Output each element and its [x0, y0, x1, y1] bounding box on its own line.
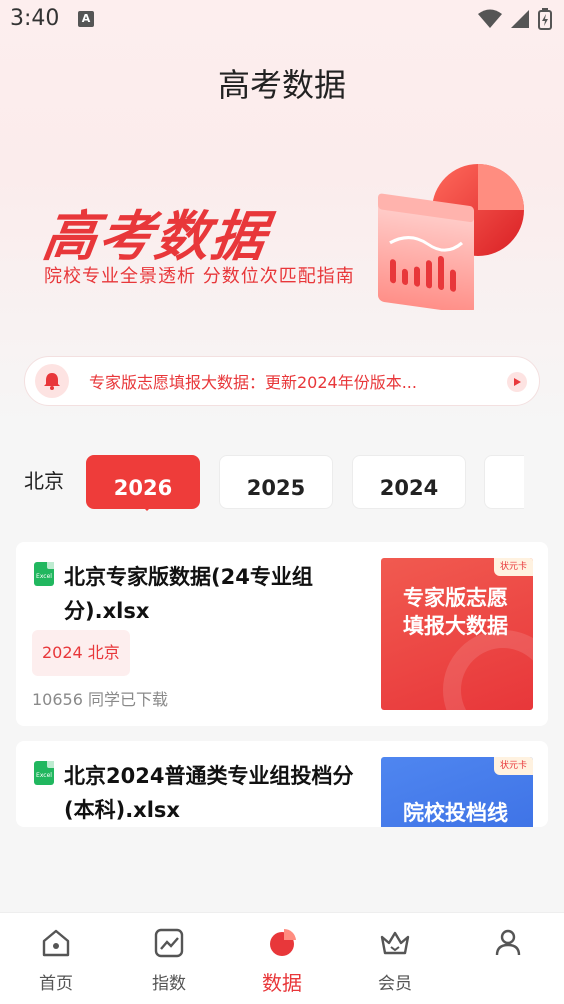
tab-data[interactable]: 数据 [226, 913, 338, 1004]
tab-label: 首页 [39, 974, 73, 994]
thumb-decor [443, 630, 533, 710]
card-tag: 2024 北京 [32, 630, 130, 676]
year-tab-2024[interactable]: 2024 [352, 455, 466, 509]
pie-chart-icon [270, 928, 296, 956]
card-title: 北京2024普通类专业组投档分(本科).xlsx [64, 764, 354, 822]
card-title: 北京专家版数据(24专业组分).xlsx [64, 565, 313, 623]
crown-icon [380, 931, 410, 955]
home-icon [42, 929, 70, 957]
year-tab-2026[interactable]: 2026 [86, 455, 200, 509]
year-filter: 北京 2026 2025 2024 2 [0, 455, 564, 515]
signal-icon [511, 10, 529, 28]
banner-title: 高考数据 [38, 205, 272, 268]
tab-index[interactable]: 指数 [113, 913, 225, 1004]
tab-home[interactable]: 首页 [0, 913, 112, 1004]
bell-icon [35, 364, 69, 398]
battery-icon [538, 8, 552, 30]
thumb-badge: 状元卡 [493, 558, 533, 576]
tab-profile[interactable] [452, 913, 564, 1004]
card-thumbnail: 状元卡 专家版志愿填报大数据 [381, 558, 533, 710]
excel-file-icon: Excel [34, 562, 54, 586]
data-file-card[interactable]: Excel 北京2024普通类专业组投档分(本科).xlsx 状元卡 院校投档线 [16, 741, 548, 827]
tab-member[interactable]: 会员 [339, 913, 451, 1004]
status-bar: 3:40 A [0, 0, 564, 40]
tab-label: 会员 [378, 974, 412, 994]
chart-illustration-icon [378, 164, 524, 310]
trend-chart-icon [154, 928, 184, 958]
play-arrow-icon[interactable] [507, 372, 527, 392]
notice-bar[interactable]: 专家版志愿填报大数据：更新2024年份版本... [24, 356, 540, 406]
bottom-tab-bar: 首页 指数 数据 会员 [0, 912, 564, 1004]
card-thumbnail: 状元卡 院校投档线 [381, 757, 533, 827]
page-title: 高考数据 [217, 66, 346, 104]
thumb-badge: 状元卡 [493, 757, 533, 775]
thumb-text: 专家版志愿填报大数据 [403, 586, 508, 638]
thumb-text: 院校投档线 [403, 801, 508, 825]
year-tab-partial[interactable]: 2 [484, 455, 524, 509]
status-time: 3:40 [10, 6, 60, 31]
tab-label: 指数 [152, 974, 186, 994]
notification-a-icon: A [78, 11, 94, 27]
data-file-card[interactable]: Excel 北京专家版数据(24专业组分).xlsx 2024 北京 10656… [16, 542, 548, 726]
region-selector[interactable]: 北京 [24, 465, 64, 494]
hero-banner: 高考数据 院校专业全景透析 分数位次匹配指南 [0, 130, 564, 330]
profile-icon [495, 929, 521, 956]
excel-file-icon: Excel [34, 761, 54, 785]
banner-subtitle: 院校专业全景透析 分数位次匹配指南 [44, 266, 355, 287]
selected-year-indicator [139, 503, 155, 511]
tab-label: 数据 [262, 971, 302, 995]
status-icons [478, 8, 552, 30]
year-tab-2025[interactable]: 2025 [219, 455, 333, 509]
wifi-icon [478, 9, 502, 28]
download-count: 10656 同学已下载 [32, 690, 168, 709]
notice-text: 专家版志愿填报大数据：更新2024年份版本... [89, 373, 417, 392]
